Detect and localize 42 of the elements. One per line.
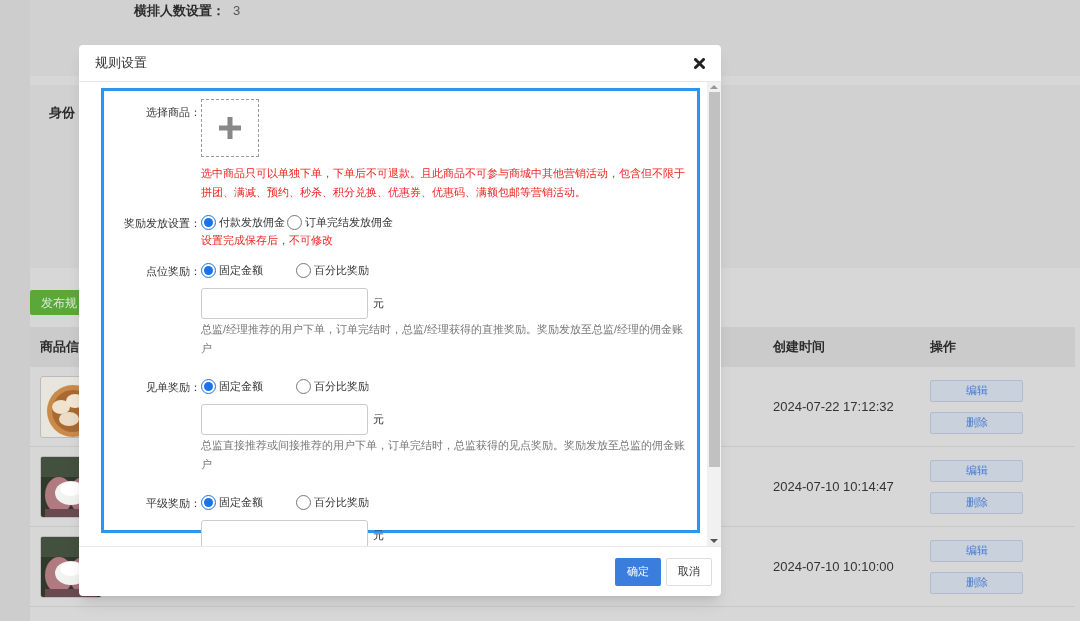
- unit-label: 元: [373, 412, 384, 428]
- field-label: 点位奖励：: [146, 264, 201, 279]
- radio-option[interactable]: 百分比奖励: [296, 493, 369, 511]
- notice-text: 设置完成保存后，不可修改: [201, 233, 334, 248]
- field-label: 平级奖励：: [146, 496, 201, 511]
- cancel-button[interactable]: 取消: [666, 557, 712, 586]
- section-label: 身份: [49, 105, 75, 120]
- column-header: 商品信: [40, 338, 79, 357]
- scrollbar-thumb[interactable]: [708, 92, 720, 467]
- radio-option[interactable]: 固定金额: [201, 261, 296, 279]
- created-time: 2024-07-22 17:12:32: [773, 397, 895, 416]
- radio-option[interactable]: 订单完结发放佣金: [287, 213, 393, 231]
- help-text: 总监/经理推荐的用户下单，订单完结时，总监/经理获得的直推奖励。奖励发放至总监/经理的佣金账户: [201, 322, 685, 356]
- unit-label: 元: [373, 528, 384, 544]
- amount-field[interactable]: [201, 288, 368, 319]
- notice-text: 选中商品只可以单独下单，下单后不可退款。且此商品不可参与商城中其他营销活动，包含但不限于拼团、满减、预约、秒杀、积分兑换、优惠券、优惠码、满额包邮等营销活动。: [201, 166, 686, 200]
- help-text: 总监直接推荐或间接推荐的用户下单，订单完结时，总监获得的见点奖励。奖励发放至总监的佣金账户: [201, 438, 686, 472]
- close-icon[interactable]: [694, 57, 705, 69]
- column-header: 操作: [930, 338, 956, 357]
- radio-option[interactable]: 付款发放佣金: [201, 213, 285, 231]
- radio-option[interactable]: 百分比奖励: [296, 377, 369, 395]
- created-time: 2024-07-10 10:14:47: [773, 477, 895, 496]
- amount-field[interactable]: [201, 520, 368, 546]
- radio-option[interactable]: 百分比奖励: [296, 261, 369, 279]
- field-label: 见单奖励：: [146, 380, 201, 395]
- amount-field[interactable]: [201, 404, 368, 435]
- created-time: 2024-07-10 10:10:00: [773, 557, 895, 576]
- field-label: 选择商品：: [146, 105, 201, 120]
- field-label: 奖励发放设置：: [124, 216, 201, 231]
- dialog-title: 规则设置: [95, 54, 147, 73]
- confirm-button[interactable]: 确定: [615, 557, 661, 586]
- setting-value: 3: [233, 2, 241, 20]
- plus-icon: [219, 117, 241, 139]
- add-product-button[interactable]: [201, 99, 259, 157]
- scroll-down-icon[interactable]: [710, 536, 718, 546]
- scroll-up-icon[interactable]: [710, 82, 718, 92]
- unit-label: 元: [373, 296, 384, 312]
- radio-option[interactable]: 固定金额: [201, 493, 296, 511]
- scrollbar[interactable]: [707, 82, 721, 546]
- setting-label: 横排人数设置：: [132, 2, 225, 20]
- column-header: 创建时间: [773, 338, 825, 357]
- radio-option[interactable]: 固定金额: [201, 377, 296, 395]
